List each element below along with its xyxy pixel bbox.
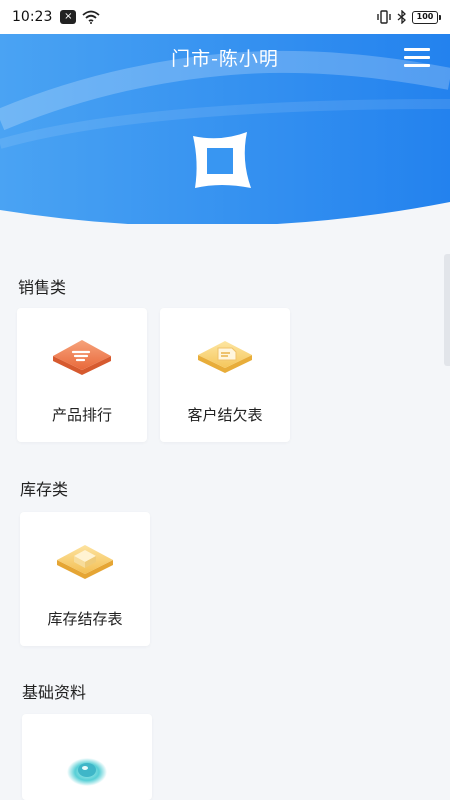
status-bar: 10:23 × 100 — [0, 0, 450, 34]
status-time: 10:23 — [12, 9, 53, 25]
section-title-sales: 销售类 — [18, 278, 67, 297]
product-ranking-label: 产品排行 — [51, 406, 112, 424]
ranking-icon — [53, 340, 111, 375]
section-title-basic-data: 基础资料 — [22, 683, 87, 702]
inventory-icon — [57, 545, 113, 579]
app-screen: 10:23 × 100 门市-陈小明 销售类 产品排行 客户结欠表 库存类 库存… — [0, 0, 450, 800]
product-ranking-card[interactable]: 产品排行 — [17, 308, 147, 442]
vibrate-icon — [377, 10, 391, 24]
app-logo-icon — [193, 132, 251, 188]
status-right-group: 100 — [376, 10, 441, 24]
battery-icon: 100 — [412, 10, 441, 24]
menu-icon[interactable] — [404, 48, 430, 68]
header-banner: 门市-陈小明 — [0, 34, 450, 224]
page-title: 门市-陈小明 — [171, 48, 279, 70]
wifi-icon — [82, 10, 100, 24]
basic-data-icon — [67, 758, 107, 786]
inventory-balance-card[interactable]: 库存结存表 — [20, 512, 150, 646]
notification-icon: × — [60, 10, 77, 24]
customer-debt-card[interactable]: 客户结欠表 — [160, 308, 290, 442]
customer-debt-icon — [198, 341, 252, 373]
customer-debt-label: 客户结欠表 — [187, 406, 263, 424]
basic-data-card[interactable] — [22, 714, 152, 800]
bluetooth-icon — [397, 10, 406, 24]
section-title-inventory: 库存类 — [20, 480, 69, 499]
scroll-handle[interactable] — [444, 254, 450, 366]
inventory-balance-label: 库存结存表 — [47, 610, 123, 628]
